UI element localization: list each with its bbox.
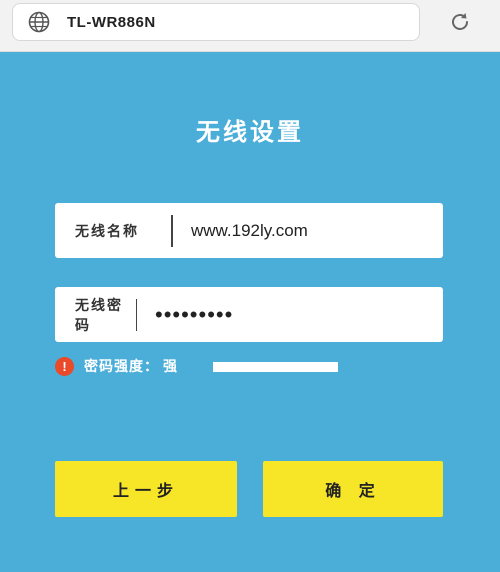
strength-label: 密码强度： (84, 359, 159, 375)
previous-step-button[interactable]: 上一步 (55, 461, 237, 517)
reload-icon[interactable] (446, 8, 474, 36)
ssid-input[interactable] (173, 203, 443, 258)
browser-toolbar: TL-WR886N (0, 0, 500, 52)
password-input[interactable] (137, 287, 443, 342)
warning-icon: ! (55, 356, 74, 376)
strength-value: 强 (163, 359, 177, 375)
strength-bar (213, 362, 338, 372)
password-strength: ! 密码强度： 强 (55, 355, 177, 377)
url-text: TL-WR886N (67, 13, 156, 31)
password-label: 无线密码 (75, 297, 123, 334)
password-field[interactable]: 无线密码 (55, 287, 443, 342)
ssid-label: 无线名称 (75, 223, 139, 240)
globe-icon (27, 10, 51, 34)
page-title: 无线设置 (196, 117, 304, 146)
confirm-button[interactable]: 确 定 (263, 461, 443, 517)
address-bar[interactable]: TL-WR886N (12, 3, 420, 41)
ssid-field[interactable]: 无线名称 (55, 203, 443, 258)
